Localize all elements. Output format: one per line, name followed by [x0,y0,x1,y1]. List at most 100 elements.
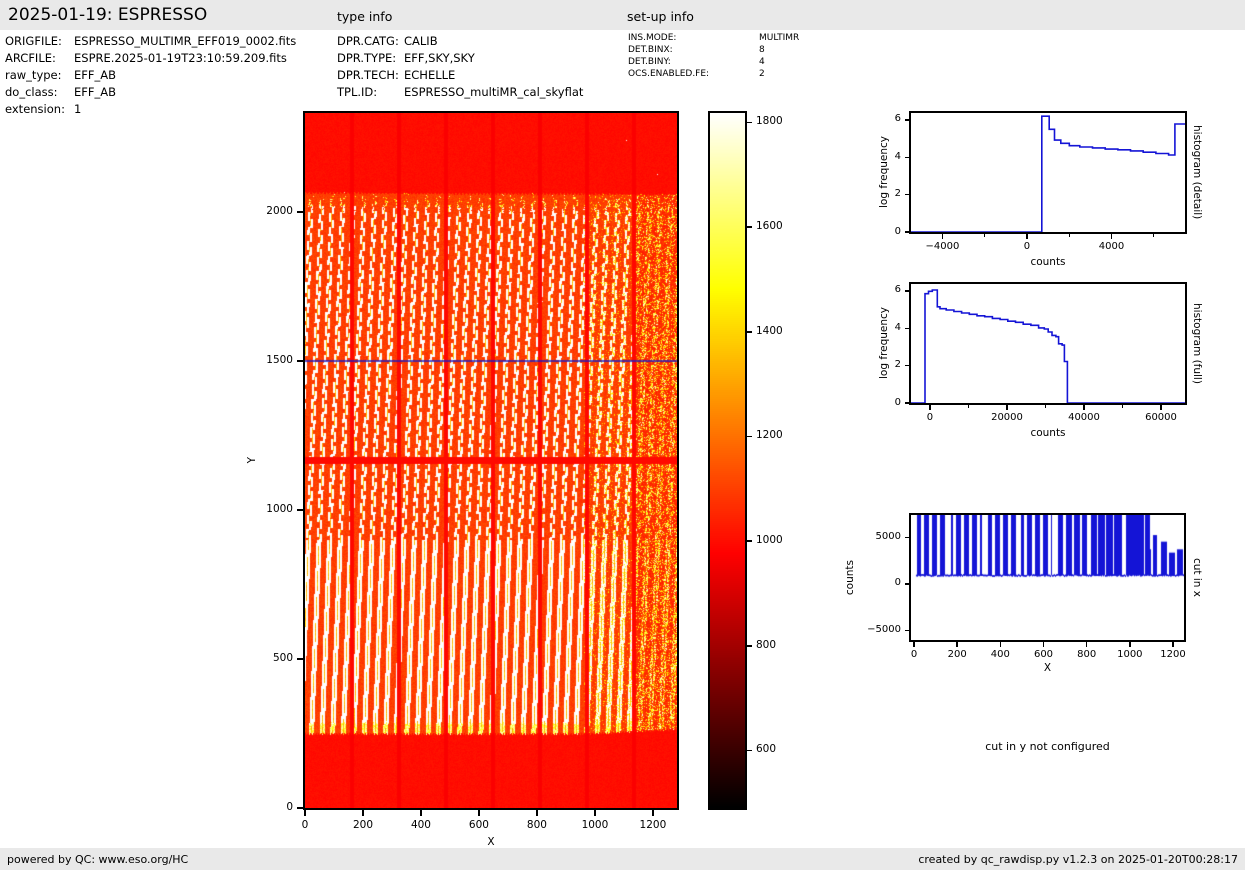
type-info-value: EFF,SKY,SKY [404,51,475,65]
tick-label: 1000 [266,502,293,515]
setup-info-value: 4 [759,57,765,67]
tick-label: 4000 [1098,241,1125,252]
setup-info-label: DET.BINX: [628,45,673,55]
hist-detail-ylabel-wrap: log frequency [876,113,892,232]
tick-label: 4 [894,150,901,162]
type-info-row: DPR.TYPE: EFF,SKY,SKY [337,50,583,67]
tick-mark [420,810,422,816]
tick-label: 40000 [1068,412,1100,423]
file-info-value: EFF_AB [74,85,117,99]
setup-info-label: DET.BINY: [628,57,671,67]
tick-label: 2000 [266,204,293,217]
tick-mark [297,509,303,511]
tick-mark [904,290,909,292]
type-info-value: ESPRESSO_multiMR_cal_skyflat [404,85,584,99]
tick-label: 1200 [639,819,667,831]
tick-label: 2 [894,188,901,200]
hist-detail-right-label: histogram (detail) [1191,125,1203,220]
tick-mark [1110,234,1113,239]
tick-mark [904,119,909,121]
tick-mark [747,226,752,228]
file-info-block: ORIGFILE: ESPRESSO_MULTIMR_EFF019_0002.fi… [5,33,296,118]
tick-label: −4000 [925,241,960,252]
footer-right: created by qc_rawdisp.py v1.2.3 on 2025-… [918,852,1238,866]
tick-mark [999,642,1002,647]
type-info-label: DPR.TECH: [337,68,399,82]
file-info-label: ORIGFILE: [5,34,62,48]
raw-image-xlabel: X [487,836,495,848]
tick-label: 0 [286,801,293,813]
type-info-label: DPR.CATG: [337,34,399,48]
tick-mark [1006,405,1008,410]
header-bar: 2025-01-19: ESPRESSO type info set-up in… [0,0,1245,30]
tick-label: 1800 [756,115,783,128]
cut-in-x-xlabel: X [1043,662,1052,674]
tick-label: 1500 [266,353,293,366]
tick-label: 0 [894,225,901,237]
type-info-heading: type info [337,9,393,24]
tick-label: 2 [894,359,901,371]
file-info-row: ORIGFILE: ESPRESSO_MULTIMR_EFF019_0002.fi… [5,33,296,50]
setup-info-row: INS.MODE: MULTIMR [628,32,799,44]
type-info-row: TPL.ID: ESPRESSO_multiMR_cal_skyflat [337,84,583,101]
tick-mark [913,642,915,647]
tick-mark [904,536,909,539]
file-info-value: ESPRESSO_MULTIMR_EFF019_0002.fits [74,34,297,48]
tick-label: 1000 [756,534,783,547]
tick-mark [1160,405,1162,410]
file-info-label: ARCFILE: [5,51,56,65]
setup-info-value: 2 [759,69,765,79]
hist-full-xlabel: counts [1030,427,1066,439]
tick-mark [747,435,752,438]
tick-mark [929,405,931,410]
cut-in-x-right-label-wrap: cut in x [1189,515,1205,640]
tick-label: 600 [756,743,777,756]
tick-label: 500 [272,651,293,664]
hist-full-right-label-wrap: histogram (full) [1189,284,1205,403]
cut-in-x-ylabel-wrap: counts [842,515,858,640]
tick-label: 0 [1023,241,1031,252]
setup-info-value: MULTIMR [759,33,800,43]
tick-mark [904,193,909,196]
tick-mark [1044,405,1047,408]
tick-mark [594,810,596,816]
setup-info-row: OCS.ENABLED.FE: 2 [628,68,799,80]
file-info-label: extension: [5,102,65,116]
tick-mark [747,749,752,752]
hist-full-right-label: histogram (full) [1191,303,1203,384]
file-info-label: do_class: [5,85,58,99]
tick-mark [1083,405,1085,410]
type-info-value: CALIB [404,34,438,48]
setup-info-block: INS.MODE: MULTIMR DET.BINX: 8 DET.BINY: 4 O… [628,32,799,80]
type-info-value: ECHELLE [404,68,456,82]
tick-mark [297,658,303,660]
tick-mark [984,234,986,237]
file-info-label: raw_type: [5,68,62,82]
tick-mark [536,810,538,816]
tick-mark [1121,405,1124,408]
tick-label: 0 [301,819,309,831]
file-info-value: ESPRE.2025-01-19T23:10:59.209.fits [74,51,287,65]
tick-label: 200 [352,819,373,831]
tick-mark [747,645,752,647]
setup-info-label: INS.MODE: [628,33,677,43]
tick-mark [1042,642,1045,647]
tick-label: 1000 [581,819,609,831]
tick-label: 800 [526,819,547,831]
tick-mark [747,540,752,542]
file-info-value: 1 [74,102,82,116]
tick-label: 1400 [756,324,783,337]
tick-mark [297,360,303,362]
tick-mark [1068,234,1070,237]
tick-mark [297,807,303,809]
tick-mark [904,583,909,585]
cut-in-y-note: cut in y not configured [985,740,1110,753]
tick-label: 0 [894,396,901,408]
tick-mark [904,629,909,632]
raw-image-ylabel-wrap: Y [244,113,260,808]
tick-mark [747,331,752,333]
file-info-value: EFF_AB [74,68,117,82]
tick-label: 600 [468,819,489,831]
tick-mark [956,642,958,647]
tick-label: 0 [926,412,934,423]
